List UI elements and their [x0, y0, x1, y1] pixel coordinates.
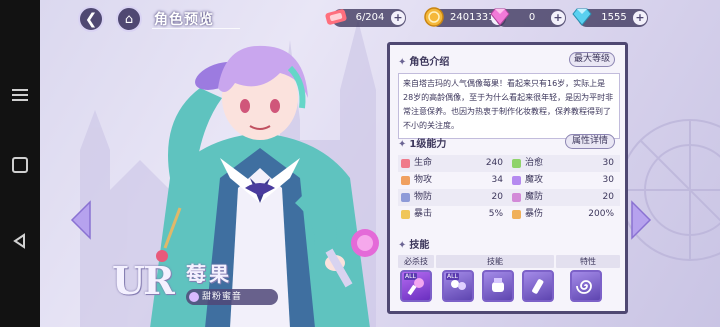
- resource-blue-gem: 1555 +: [572, 8, 648, 27]
- stat-icon: [512, 210, 521, 219]
- add-pink-gem-button[interactable]: +: [551, 11, 565, 25]
- resource-pink-gem: 0 +: [490, 8, 566, 27]
- ultimate-skill-microphone-icon[interactable]: ALL: [400, 270, 432, 302]
- stat-icon: [401, 159, 410, 168]
- character-name: 莓果: [186, 262, 232, 286]
- next-character-arrow-icon[interactable]: [630, 200, 652, 240]
- stats-section-header: ✦ 1级能力: [398, 135, 446, 150]
- stat-value: 30: [602, 158, 614, 168]
- sparkle-icon: ✦: [398, 240, 407, 251]
- skill-fist-icon[interactable]: [482, 270, 514, 302]
- stat-value: 34: [491, 175, 503, 185]
- character-info-panel: ✦ 角色介绍 最大等级 来自塔吉玛的人气偶像莓果！看起来只有16岁，实际上是28岁…: [387, 42, 628, 314]
- stat-row: 物防 20 魔防 20: [398, 189, 620, 206]
- stat-row: 物攻 34 魔攻 30: [398, 172, 620, 189]
- stat-label: 物防: [414, 192, 433, 202]
- trait-label: 特性: [556, 255, 620, 268]
- system-nav-bar: [0, 0, 40, 327]
- character-subtitle-text: 甜粉蜜音: [202, 292, 243, 302]
- stat-icon: [512, 176, 521, 185]
- gold-value: 2401331: [450, 12, 495, 23]
- intro-text: 来自塔吉玛的人气偶像莓果！看起来只有16岁，实际上是28岁的高龄偶像，至于为什么…: [398, 73, 620, 139]
- stat-value: 20: [602, 192, 614, 202]
- skills-section-header: ✦ 技能: [398, 236, 429, 251]
- stat-row: 暴击 5% 暴伤 200%: [398, 206, 620, 223]
- stat-icon: [512, 193, 521, 202]
- stat-cell: 魔防 20: [509, 189, 620, 206]
- page-title: 角色预览: [154, 12, 214, 28]
- resource-stamina: 6/204 +: [325, 9, 406, 27]
- stat-icon: [401, 176, 410, 185]
- intro-title: 角色介绍: [409, 57, 450, 68]
- stat-label: 物攻: [414, 175, 433, 185]
- stats-title: 1级能力: [409, 139, 447, 150]
- skill-twin-microphone-icon[interactable]: ALL: [442, 270, 474, 302]
- stat-icon: [512, 159, 521, 168]
- stat-label: 暴伤: [525, 209, 544, 219]
- sparkle-icon: ✦: [398, 139, 407, 150]
- castle-home-icon: ⌂: [124, 11, 134, 27]
- stat-cell: 物攻 34: [398, 172, 509, 189]
- skill-label-row: 必杀技 技能 特性: [398, 255, 620, 268]
- stat-cell: 暴击 5%: [398, 206, 509, 223]
- coin-icon: [424, 7, 444, 27]
- attribute-dot-icon: [189, 292, 199, 302]
- stat-cell: 生命 240: [398, 155, 509, 172]
- previous-character-arrow-icon[interactable]: [70, 200, 92, 240]
- skill-bottle-icon[interactable]: [522, 270, 554, 302]
- ticket-icon: [325, 9, 347, 25]
- character-subtitle: 甜粉蜜音: [186, 289, 278, 305]
- home-icon[interactable]: [12, 157, 28, 173]
- stamina-value: 6/204: [355, 12, 385, 23]
- stat-cell: 魔攻 30: [509, 172, 620, 189]
- recent-apps-icon[interactable]: [12, 86, 28, 102]
- stats-grid: 生命 240 治愈 30 物攻 34 魔攻 30 物防 20 魔防 20 暴击 5% 暴伤 200%: [398, 155, 620, 223]
- intro-section-header: ✦ 角色介绍: [398, 53, 449, 68]
- stat-label: 魔防: [525, 192, 544, 202]
- blue-gem-value: 1555: [601, 12, 627, 23]
- blue-diamond-icon: [572, 8, 592, 26]
- rarity-badge: UR: [112, 258, 175, 303]
- stat-value: 20: [491, 192, 503, 202]
- trait-spiral-icon[interactable]: [570, 270, 602, 302]
- pink-diamond-icon: [490, 8, 510, 26]
- stat-value: 5%: [488, 209, 503, 219]
- stat-icon: [401, 210, 410, 219]
- stat-cell: 治愈 30: [509, 155, 620, 172]
- stat-cell: 暴伤 200%: [509, 206, 620, 223]
- stat-value: 200%: [588, 209, 614, 219]
- stat-label: 魔攻: [525, 175, 544, 185]
- skill-icons-row: ALL ALL: [398, 270, 620, 306]
- stat-icon: [401, 193, 410, 202]
- stat-row: 生命 240 治愈 30: [398, 155, 620, 172]
- stat-cell: 物防 20: [398, 189, 509, 206]
- stat-value: 240: [485, 158, 503, 168]
- stat-label: 治愈: [525, 158, 544, 168]
- stats-detail-button[interactable]: 属性详情: [565, 134, 615, 149]
- skills-title: 技能: [409, 240, 430, 251]
- skill-label: 技能: [436, 255, 554, 268]
- sparkle-icon: ✦: [398, 57, 407, 68]
- back-triangle-icon[interactable]: [12, 233, 28, 249]
- stat-label: 生命: [414, 158, 433, 168]
- back-arrow-icon: ❮: [84, 10, 98, 28]
- back-button[interactable]: ❮: [78, 6, 104, 32]
- ultimate-label: 必杀技: [398, 255, 434, 268]
- add-blue-gem-button[interactable]: +: [633, 11, 647, 25]
- stat-value: 30: [602, 175, 614, 185]
- max-level-button[interactable]: 最大等级: [569, 52, 615, 67]
- pink-gem-value: 0: [528, 12, 536, 23]
- stat-label: 暴击: [414, 209, 433, 219]
- add-stamina-button[interactable]: +: [391, 11, 405, 25]
